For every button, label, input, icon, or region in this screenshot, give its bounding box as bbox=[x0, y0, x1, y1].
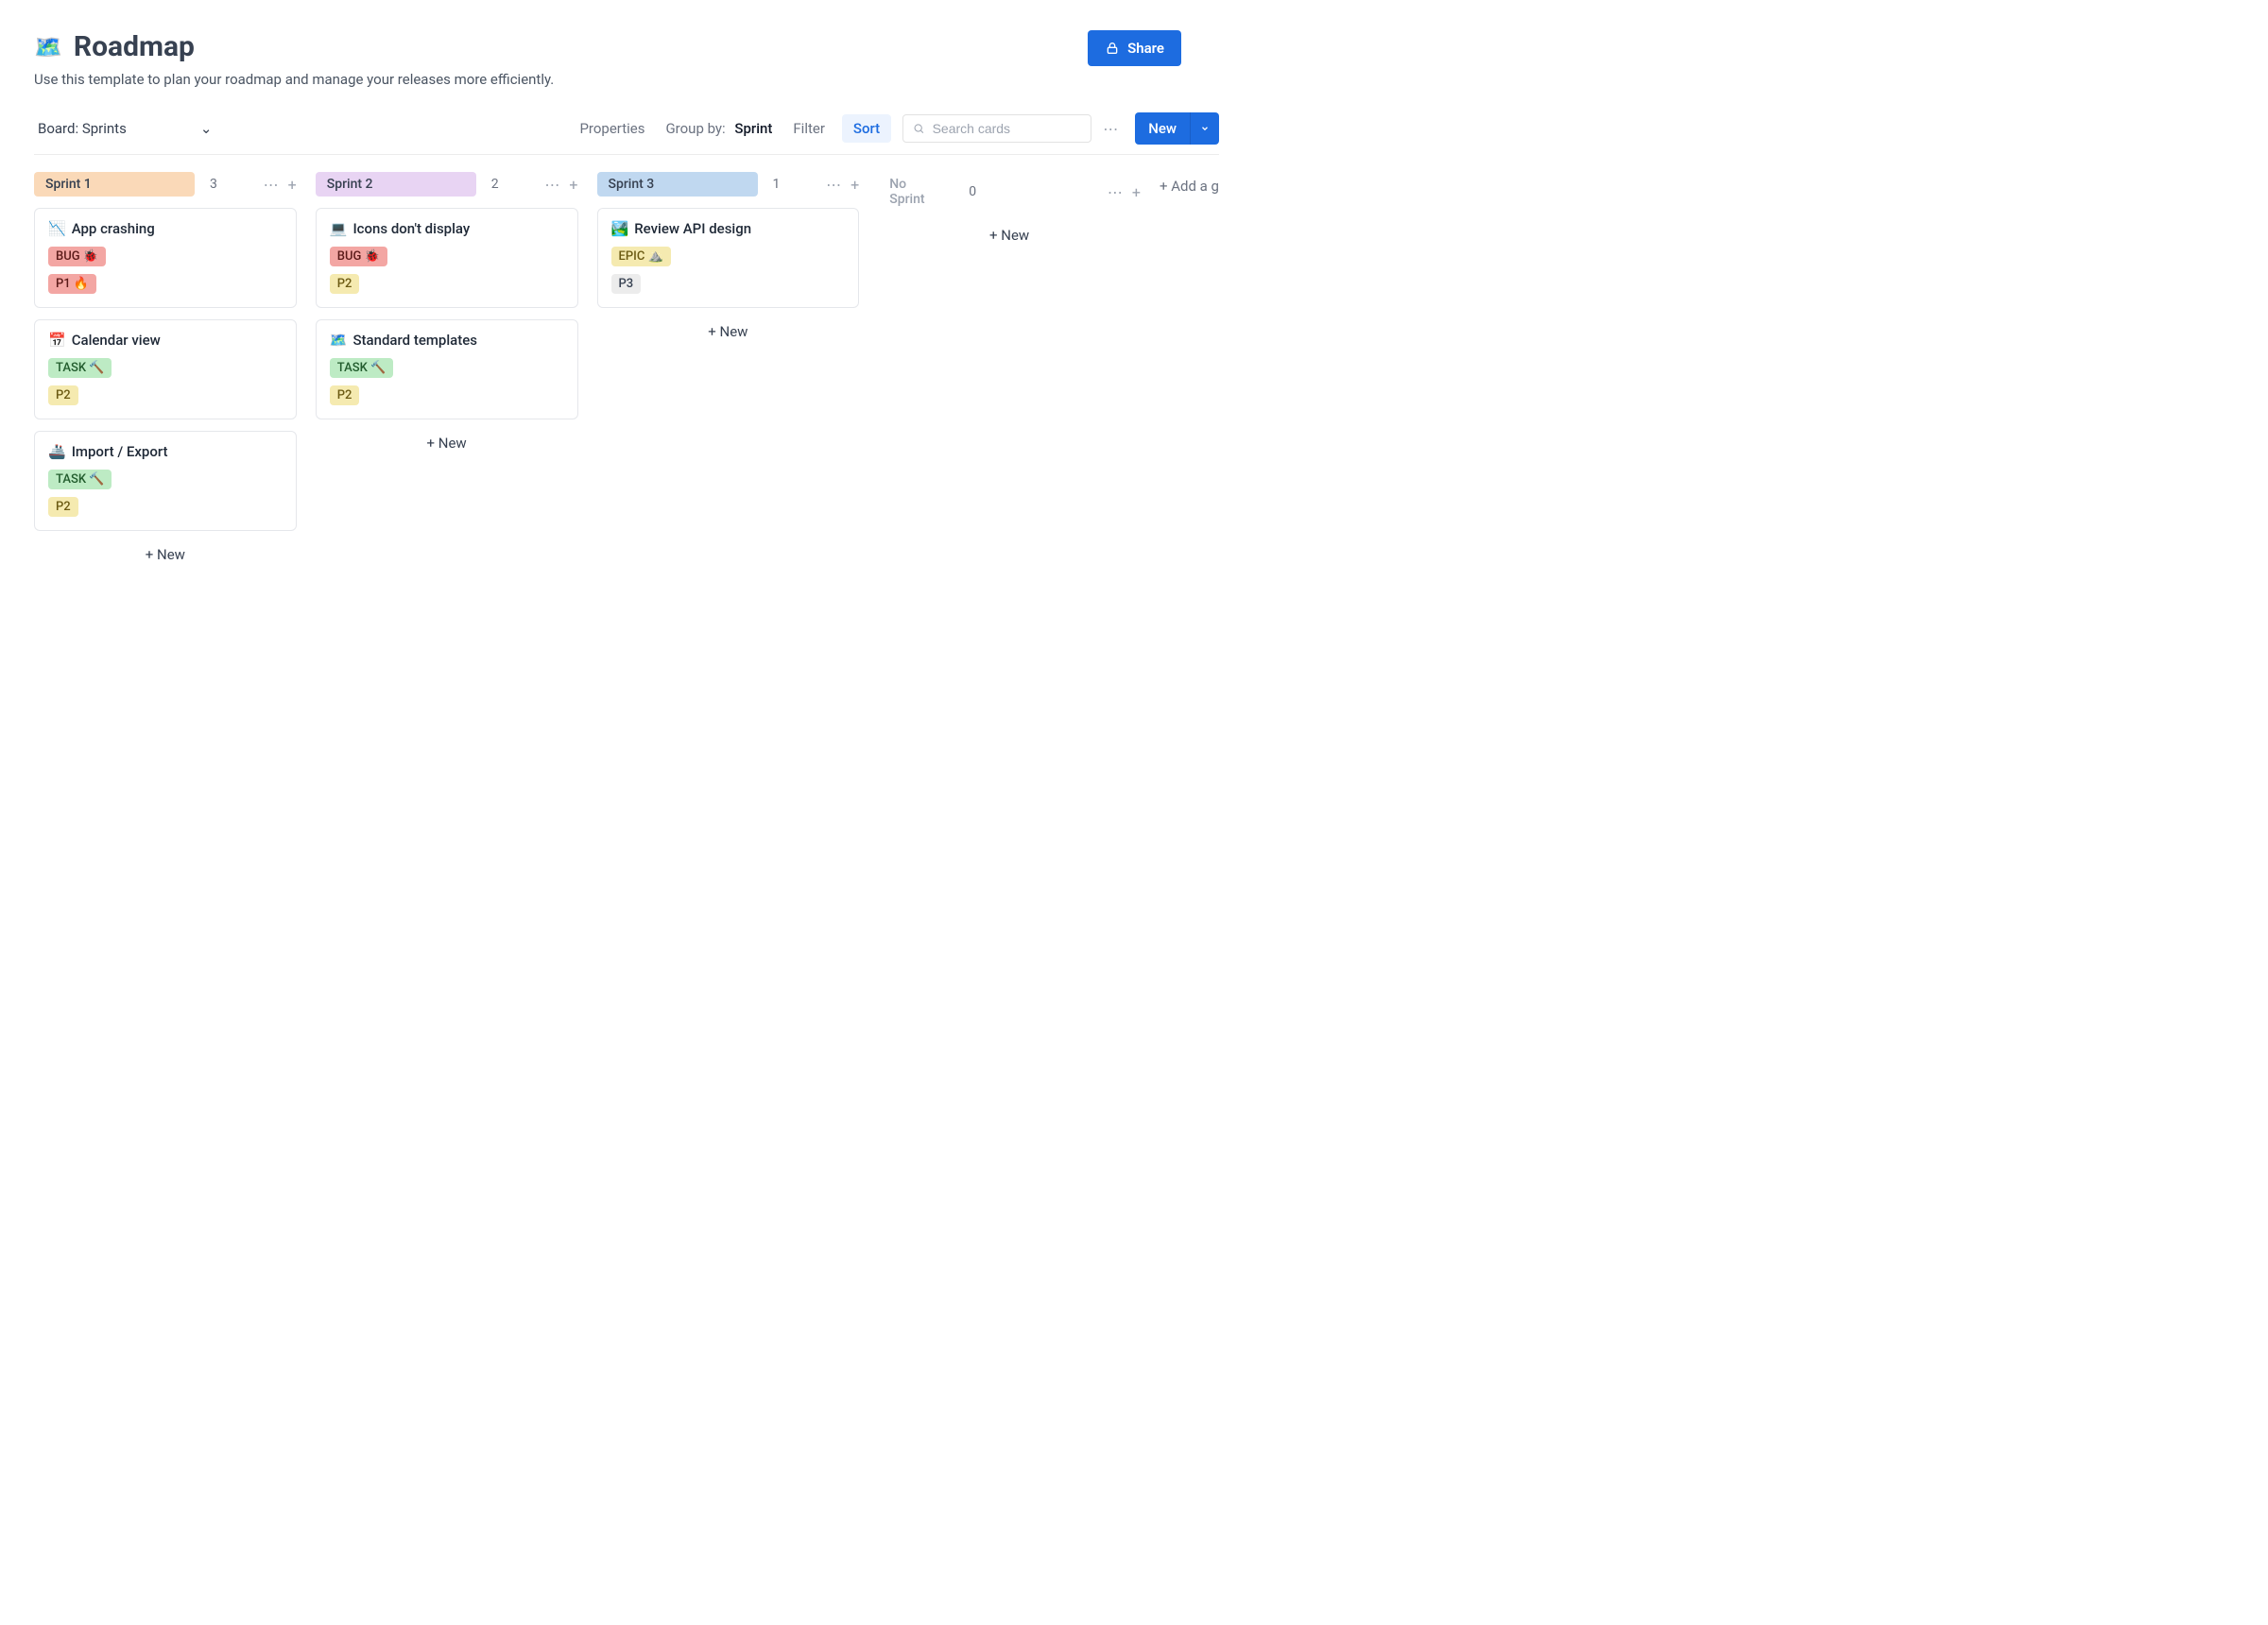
card-tag: P3 bbox=[611, 274, 642, 294]
group-by-value: Sprint bbox=[734, 120, 772, 137]
page-title: Roadmap bbox=[74, 30, 195, 63]
column-count: 1 bbox=[773, 177, 781, 192]
column-add-button[interactable]: + bbox=[569, 176, 577, 194]
column-count: 3 bbox=[210, 177, 217, 192]
card-emoji-icon: 💻 bbox=[330, 220, 348, 237]
card-emoji-icon: 📅 bbox=[48, 332, 66, 349]
search-box[interactable] bbox=[902, 114, 1091, 143]
card-tag: TASK 🔨 bbox=[48, 470, 112, 489]
column-count: 0 bbox=[969, 184, 976, 199]
new-dropdown[interactable] bbox=[1190, 112, 1219, 145]
column-more-button[interactable]: ⋯ bbox=[544, 176, 559, 194]
add-card-button[interactable]: + New bbox=[597, 319, 860, 344]
card-tag: TASK 🔨 bbox=[48, 358, 112, 378]
column-header-pill[interactable]: Sprint 2 bbox=[316, 172, 476, 197]
group-by-label: Group by: bbox=[665, 120, 725, 137]
card-title: 🚢Import / Export bbox=[48, 443, 283, 460]
card-tag: EPIC ⛰️ bbox=[611, 247, 671, 266]
card-tag: P2 bbox=[48, 497, 78, 517]
more-options-button[interactable]: ⋯ bbox=[1097, 116, 1124, 142]
search-input[interactable] bbox=[933, 121, 1082, 136]
card-tag: P2 bbox=[48, 385, 78, 405]
column-count: 2 bbox=[491, 177, 499, 192]
card-tag: P2 bbox=[330, 385, 360, 405]
column-more-button[interactable]: ⋯ bbox=[826, 176, 841, 194]
group-by-button[interactable]: Group by: Sprint bbox=[662, 114, 776, 143]
card-title: 📉App crashing bbox=[48, 220, 283, 237]
sort-button[interactable]: Sort bbox=[842, 114, 891, 143]
column-header-pill[interactable]: No Sprint bbox=[878, 172, 954, 212]
board-name: Board: Sprints bbox=[38, 120, 127, 137]
card-tag: BUG 🐞 bbox=[48, 247, 106, 266]
column-add-button[interactable]: + bbox=[288, 176, 297, 194]
card-tag: BUG 🐞 bbox=[330, 247, 387, 266]
card[interactable]: 📉App crashing BUG 🐞 P1 🔥 bbox=[34, 208, 297, 308]
card-tag: P1 🔥 bbox=[48, 274, 96, 294]
lock-icon bbox=[1105, 41, 1120, 56]
add-card-button[interactable]: + New bbox=[34, 542, 297, 567]
card-emoji-icon: 🏞️ bbox=[611, 220, 629, 237]
add-group-button[interactable]: + Add a g bbox=[1160, 172, 1219, 195]
chevron-down-icon: ⌄ bbox=[200, 120, 213, 137]
column-more-button[interactable]: ⋯ bbox=[264, 176, 279, 194]
column-add-button[interactable]: + bbox=[850, 176, 859, 194]
chevron-down-icon bbox=[1200, 124, 1210, 133]
card-emoji-icon: 🗺️ bbox=[330, 332, 348, 349]
card-emoji-icon: 🚢 bbox=[48, 443, 66, 460]
page-emoji: 🗺️ bbox=[34, 36, 62, 59]
share-label: Share bbox=[1127, 40, 1164, 57]
card-title: 💻Icons don't display bbox=[330, 220, 564, 237]
column-more-button[interactable]: ⋯ bbox=[1108, 183, 1123, 201]
share-button[interactable]: Share bbox=[1088, 30, 1181, 66]
add-card-button[interactable]: + New bbox=[316, 431, 578, 455]
board-selector[interactable]: Board: Sprints ⌄ bbox=[34, 114, 215, 143]
card-title: 📅Calendar view bbox=[48, 332, 283, 349]
column-header-pill[interactable]: Sprint 1 bbox=[34, 172, 195, 197]
column-header-pill[interactable]: Sprint 3 bbox=[597, 172, 758, 197]
card[interactable]: 💻Icons don't display BUG 🐞 P2 bbox=[316, 208, 578, 308]
page-subtitle: Use this template to plan your roadmap a… bbox=[34, 71, 554, 88]
card-title: 🏞️Review API design bbox=[611, 220, 846, 237]
card-title: 🗺️Standard templates bbox=[330, 332, 564, 349]
column-add-button[interactable]: + bbox=[1132, 183, 1141, 201]
card-emoji-icon: 📉 bbox=[48, 220, 66, 237]
properties-button[interactable]: Properties bbox=[568, 114, 656, 143]
filter-button[interactable]: Filter bbox=[782, 114, 836, 143]
new-button[interactable]: New bbox=[1135, 112, 1190, 145]
add-card-button[interactable]: + New bbox=[878, 223, 1141, 248]
card[interactable]: 📅Calendar view TASK 🔨 P2 bbox=[34, 319, 297, 419]
card-tag: TASK 🔨 bbox=[330, 358, 393, 378]
card-tag: P2 bbox=[330, 274, 360, 294]
search-icon bbox=[913, 122, 924, 135]
card[interactable]: 🚢Import / Export TASK 🔨 P2 bbox=[34, 431, 297, 531]
card[interactable]: 🏞️Review API design EPIC ⛰️ P3 bbox=[597, 208, 860, 308]
card[interactable]: 🗺️Standard templates TASK 🔨 P2 bbox=[316, 319, 578, 419]
